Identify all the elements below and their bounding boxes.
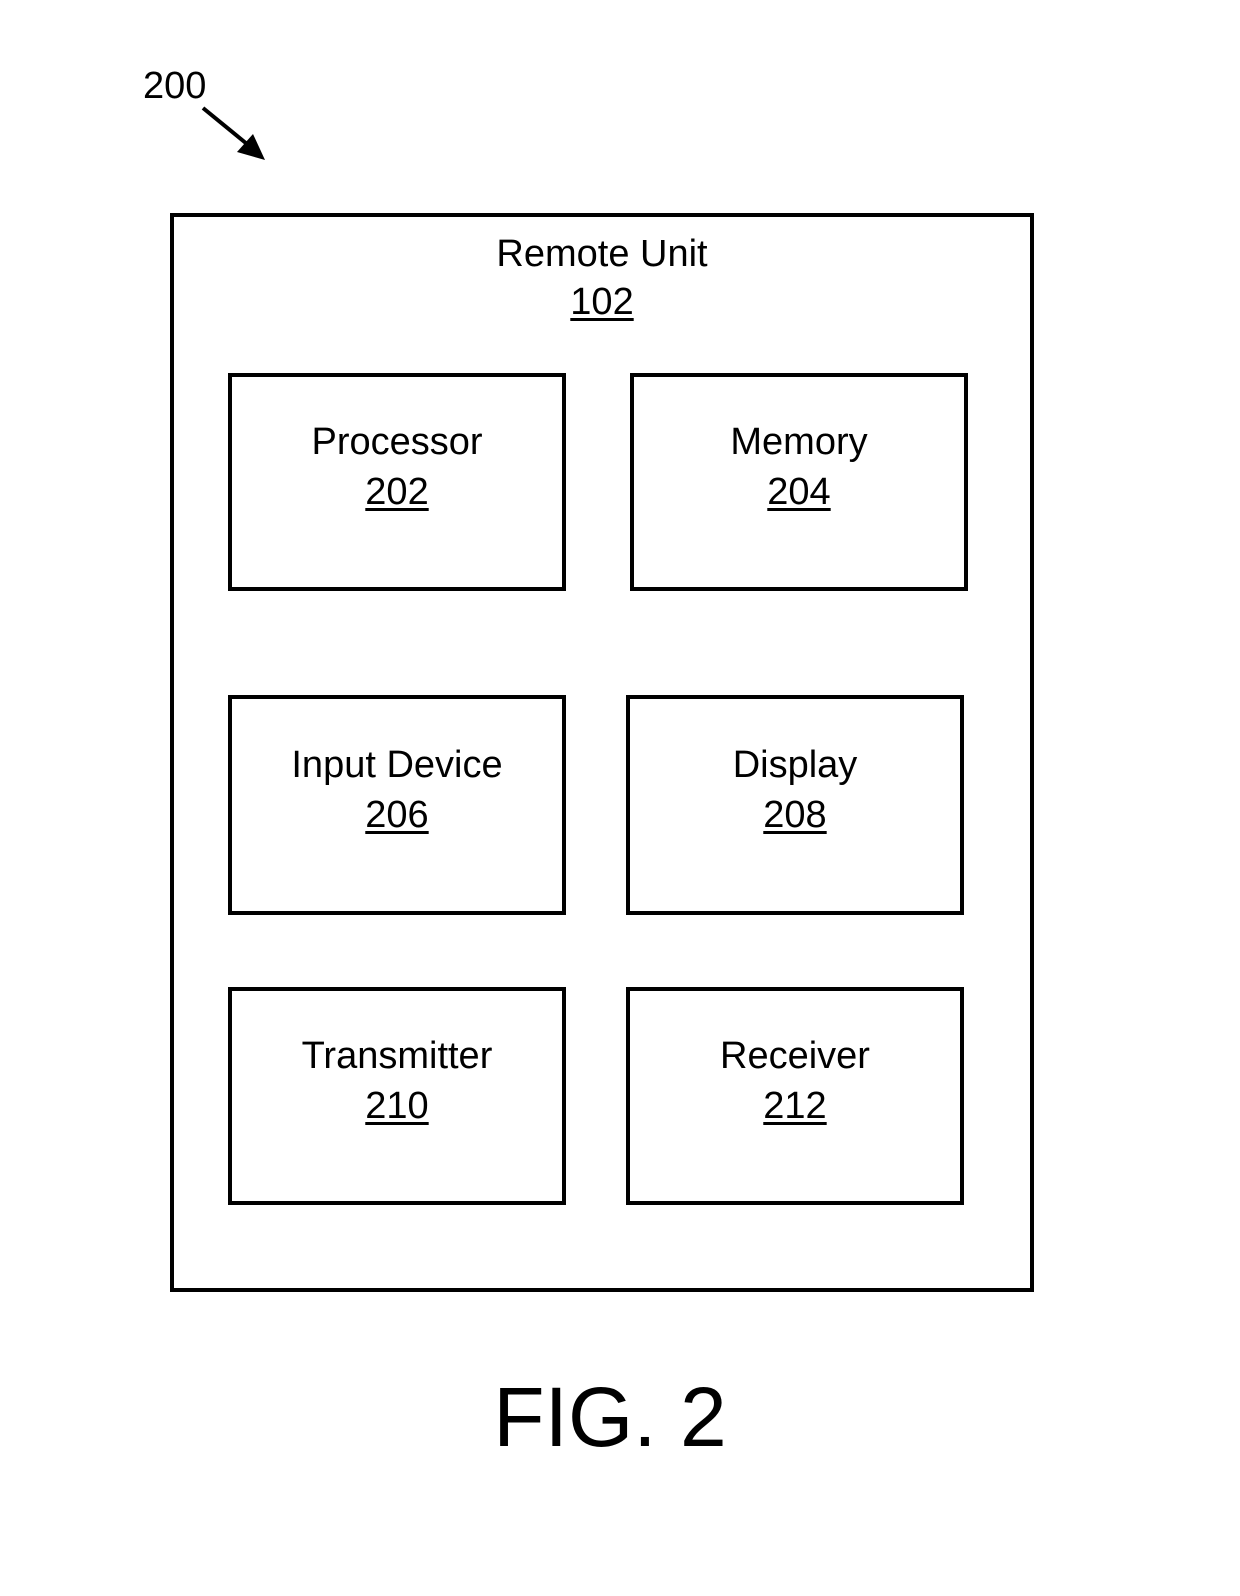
component-number: 202 (365, 471, 429, 513)
arrow-shaft (201, 106, 249, 146)
receiver-block: Receiver 212 (626, 987, 964, 1205)
component-name: Memory (730, 421, 868, 463)
component-number: 206 (365, 794, 429, 836)
remote-unit-block: Remote Unit 102 Processor 202 Memory 204… (170, 213, 1034, 1292)
component-name: Transmitter (301, 1035, 493, 1077)
component-name: Input Device (291, 744, 503, 786)
arrow-down-right-icon (201, 106, 265, 160)
component-number: 210 (365, 1085, 429, 1127)
remote-unit-title: Remote Unit (496, 233, 708, 275)
component-name: Receiver (720, 1035, 870, 1077)
component-number: 204 (767, 471, 831, 513)
input-device-block: Input Device 206 (228, 695, 566, 915)
display-block: Display 208 (626, 695, 964, 915)
remote-unit-number-text: 102 (570, 281, 634, 323)
memory-block: Memory 204 (630, 373, 968, 591)
component-name: Display (732, 744, 858, 786)
component-number: 208 (763, 794, 827, 836)
figure-caption: FIG. 2 (493, 1370, 727, 1464)
component-name: Processor (311, 421, 483, 463)
transmitter-block: Transmitter 210 (228, 987, 566, 1205)
component-number: 212 (763, 1085, 827, 1127)
processor-block: Processor 202 (228, 373, 566, 591)
remote-unit-number: 102 (174, 279, 1030, 325)
